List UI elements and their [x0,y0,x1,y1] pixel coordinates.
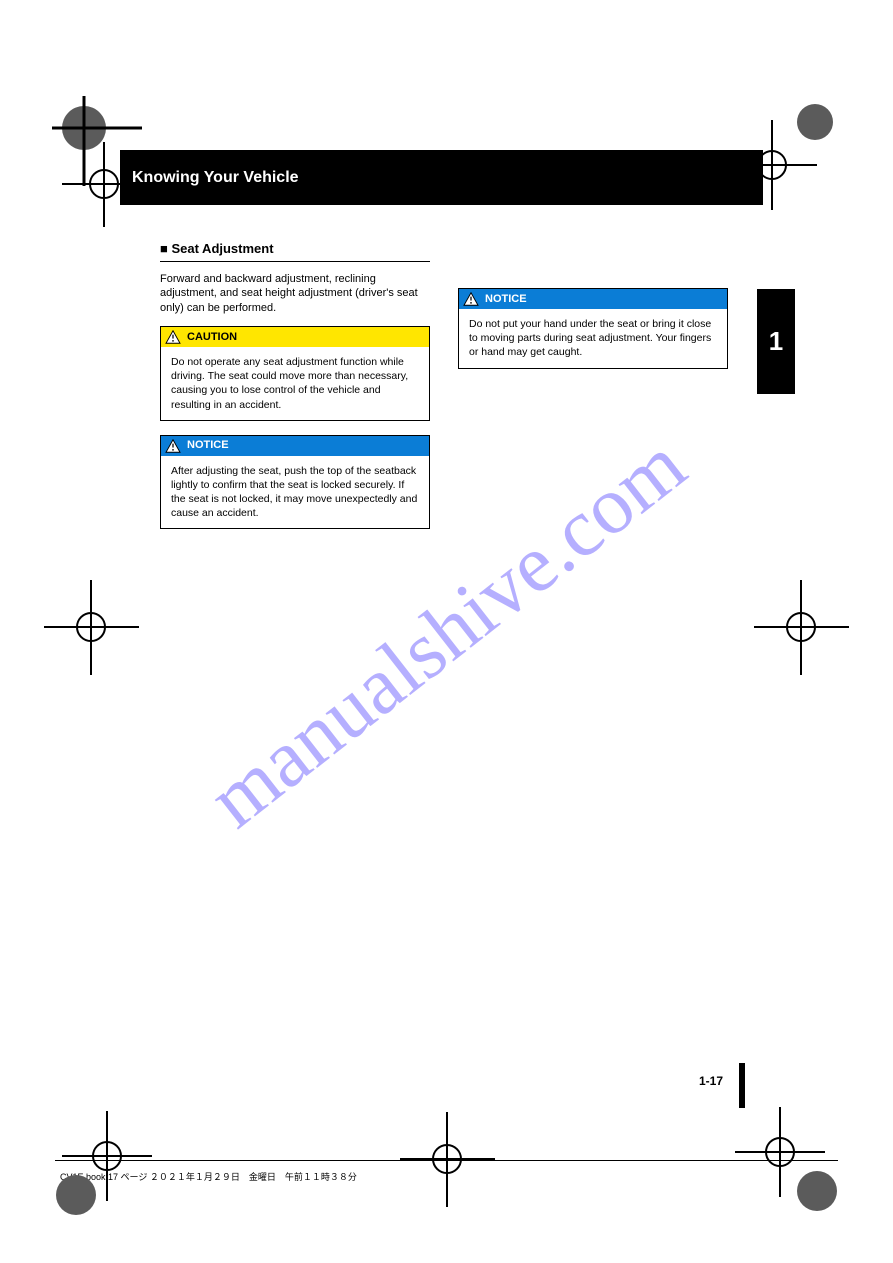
page-number: 1-17 [699,1074,723,1088]
notice-bar-1: NOTICE [161,436,429,456]
cropmark-bottom-right-inner [735,1107,825,1197]
notice-label-1: NOTICE [187,438,229,453]
notice-body-1: After adjusting the seat, push the top o… [161,456,429,529]
column-right: NOTICE Do not put your hand under the se… [458,240,728,543]
cropmark-top-left-inner [62,142,147,227]
notice-body-2: Do not put your hand under the seat or b… [459,309,727,368]
chapter-title: Knowing Your Vehicle [132,169,299,187]
caution-bar: CAUTION [161,327,429,347]
notice-box-1: NOTICE After adjusting the seat, push th… [160,435,430,530]
chapter-tab: 1 [757,289,795,394]
caution-box: CAUTION Do not operate any seat adjustme… [160,326,430,421]
cropmark-mid-right [754,580,849,675]
page-content: ■ Seat Adjustment Forward and backward a… [160,240,728,1083]
section-heading: ■ Seat Adjustment [160,240,430,262]
caution-body: Do not operate any seat adjustment funct… [161,347,429,420]
warning-triangle-icon [165,330,181,344]
folio-mark [739,1063,745,1108]
cropmark-mid-left [44,580,139,675]
notice-bar-2: NOTICE [459,289,727,309]
chapter-number: 1 [769,326,783,357]
intro-paragraph: Forward and backward adjustment, reclini… [160,272,430,317]
cropmark-bottom-center [400,1112,495,1207]
notice-label-2: NOTICE [485,292,527,307]
cropmark-bottom-left-inner [62,1111,152,1201]
chapter-header: Knowing Your Vehicle [120,150,763,205]
column-left: ■ Seat Adjustment Forward and backward a… [160,240,430,543]
cropmark-top-right-inner [727,120,817,210]
notice-box-2: NOTICE Do not put your hand under the se… [458,288,728,369]
caution-label: CAUTION [187,330,237,345]
warning-triangle-icon [463,292,479,306]
warning-triangle-icon [165,439,181,453]
